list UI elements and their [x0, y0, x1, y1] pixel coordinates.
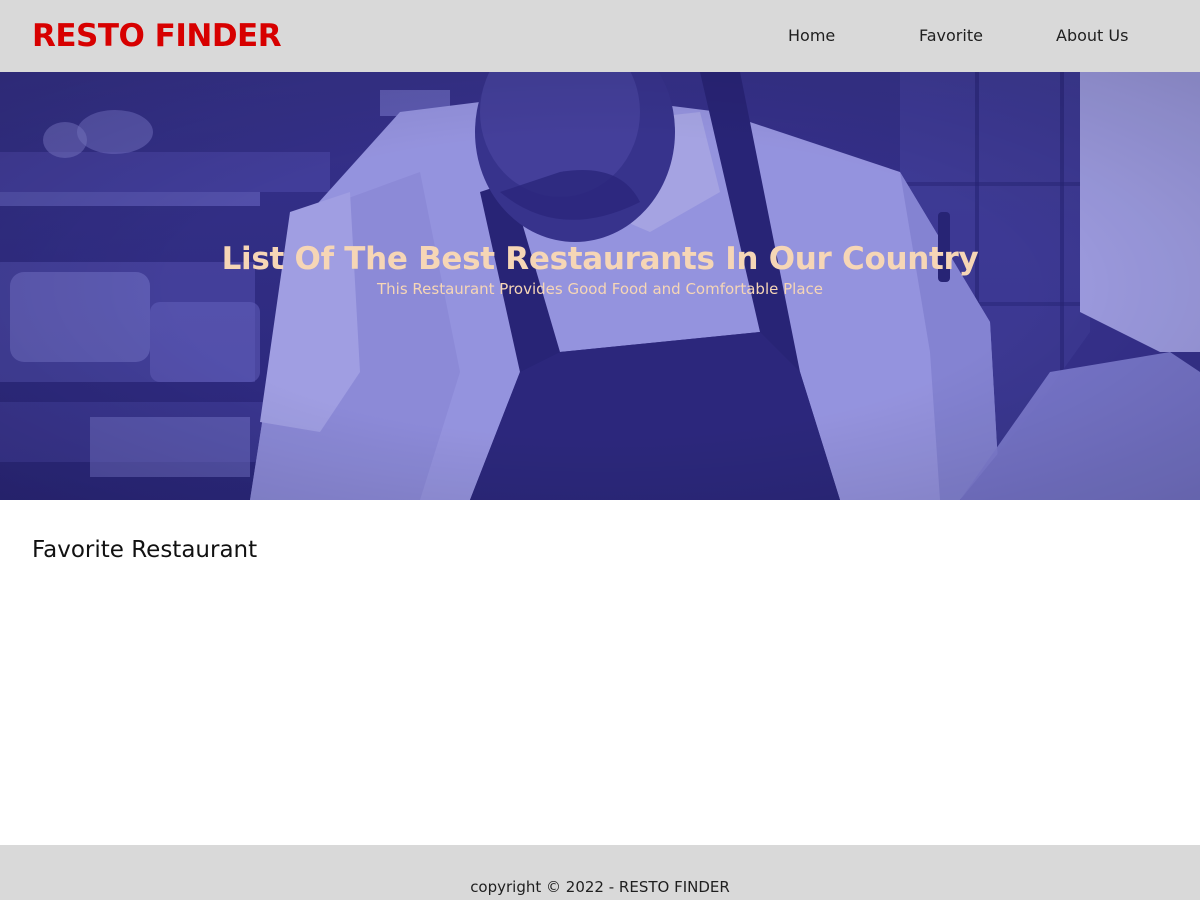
nav-link-home[interactable]: Home — [788, 24, 835, 48]
footer-copyright: copyright © 2022 - RESTO FINDER — [470, 878, 730, 896]
brand-logo[interactable]: RESTO FINDER — [32, 14, 282, 58]
nav-link-favorite[interactable]: Favorite — [919, 24, 983, 48]
hero-subtitle: This Restaurant Provides Good Food and C… — [376, 280, 823, 298]
section-title-favorite-restaurant: Favorite Restaurant — [32, 537, 258, 563]
main-content: Favorite Restaurant — [0, 500, 1200, 845]
app-header: RESTO FINDER Home Favorite About Us — [0, 0, 1200, 72]
restaurant-list — [32, 590, 1168, 820]
nav-link-about-us[interactable]: About Us — [1056, 24, 1128, 48]
app-footer: copyright © 2022 - RESTO FINDER — [0, 845, 1200, 900]
hero-title: List Of The Best Restaurants In Our Coun… — [221, 240, 979, 277]
hero-banner: List Of The Best Restaurants In Our Coun… — [0, 72, 1200, 500]
